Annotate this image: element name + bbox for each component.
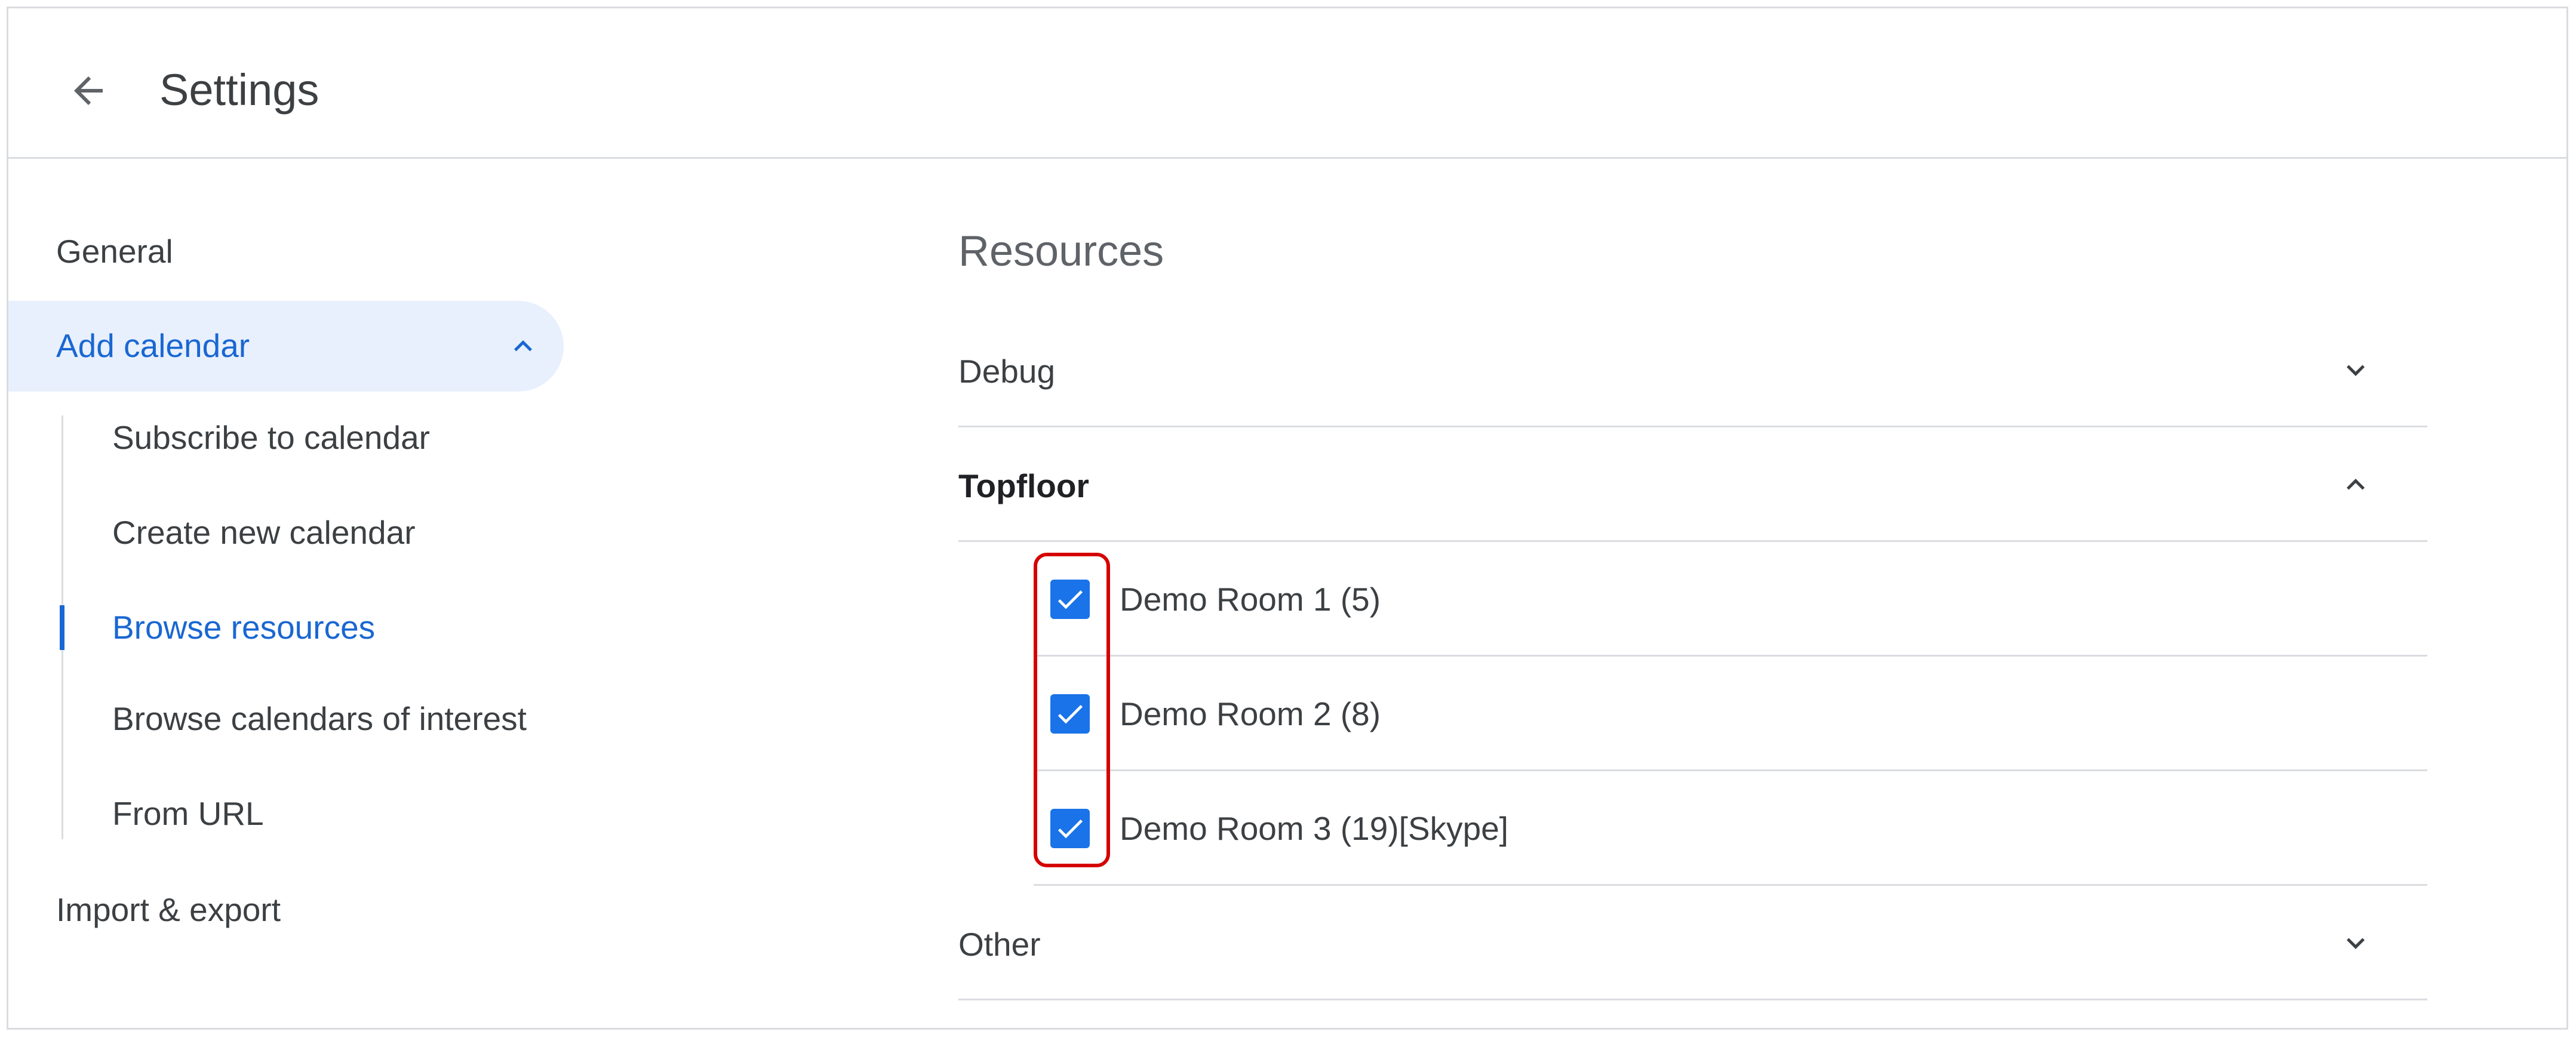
chevron-up-icon	[2347, 479, 2365, 490]
resource-checkbox[interactable]	[1050, 809, 1090, 848]
group-header-topfloor[interactable]: Topfloor	[958, 427, 2427, 542]
sidebar-item-import-export[interactable]: Import & export	[56, 889, 281, 931]
group-label: Topfloor	[958, 467, 1089, 504]
group-label: Other	[958, 926, 1041, 963]
chevron-up-icon	[514, 340, 532, 352]
checkmark-icon	[1058, 590, 1083, 609]
sidebar-item-browse-resources[interactable]: Browse resources	[112, 606, 375, 648]
settings-window: Settings General Add calendar Subscribe …	[7, 7, 2568, 1030]
header: Settings	[8, 8, 2566, 159]
group-header-other[interactable]: Other	[958, 886, 2427, 1000]
sidebar-item-subscribe-to-calendar[interactable]: Subscribe to calendar	[112, 417, 430, 458]
resource-row: Demo Room 2 (8)	[1034, 657, 2427, 771]
sidebar-item-browse-calendars-of-interest[interactable]: Browse calendars of interest	[112, 698, 527, 740]
resource-row: Demo Room 1 (5)	[1034, 542, 2427, 657]
chevron-down-icon	[2347, 938, 2365, 949]
resource-checkbox[interactable]	[1050, 580, 1090, 619]
active-indicator	[60, 605, 64, 650]
arrow-back-icon	[74, 76, 103, 105]
resource-checkbox[interactable]	[1050, 694, 1090, 734]
sidebar-item-label: Add calendar	[56, 327, 250, 364]
sidebar-item-create-new-calendar[interactable]: Create new calendar	[112, 512, 416, 553]
resource-row: Demo Room 3 (19)[Skype]	[1034, 771, 2427, 886]
sidebar-item-general[interactable]: General	[56, 230, 173, 272]
group-label: Debug	[958, 353, 1056, 390]
page-title: Settings	[159, 65, 319, 115]
resource-label: Demo Room 1 (5)	[1120, 581, 1381, 618]
sidebar-item-add-calendar[interactable]: Add calendar	[8, 301, 564, 392]
back-button[interactable]	[57, 60, 119, 122]
checkmark-icon	[1058, 820, 1083, 839]
checkmark-icon	[1058, 705, 1083, 724]
chevron-down-icon	[2347, 365, 2365, 376]
resource-label: Demo Room 2 (8)	[1120, 695, 1381, 732]
sidebar-item-from-url[interactable]: From URL	[112, 793, 264, 834]
resource-label: Demo Room 3 (19)[Skype]	[1120, 810, 1509, 847]
section-title: Resources	[958, 227, 1164, 275]
group-header-debug[interactable]: Debug	[958, 313, 2427, 427]
